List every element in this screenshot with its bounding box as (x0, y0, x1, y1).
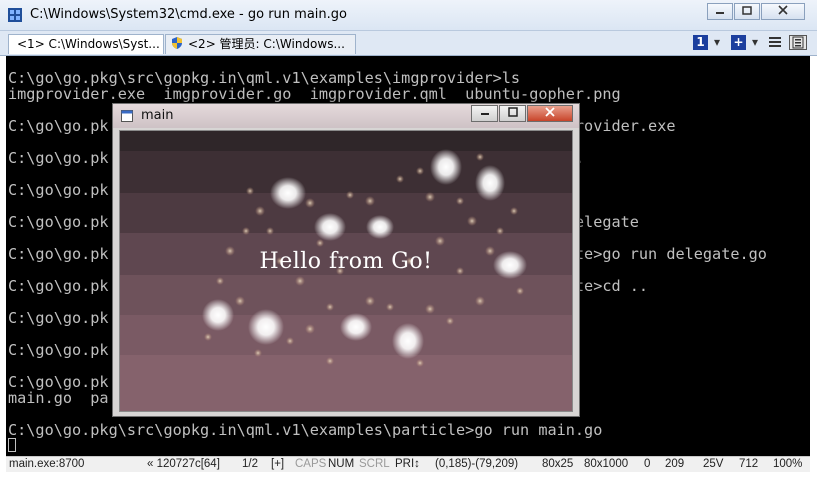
status-buffer[interactable]: « 120727c[64] (147, 458, 220, 470)
qml-close-button[interactable] (527, 105, 573, 122)
window-title-bar[interactable]: C:\Windows\System32\cmd.exe - go run mai… (0, 0, 817, 31)
shield-icon (172, 37, 182, 49)
minimize-icon (716, 12, 724, 14)
status-line[interactable]: 209 (665, 458, 684, 470)
window-bottom-edge (0, 472, 817, 480)
tab-console-2[interactable]: <2> 管理员: C:\Windows... (165, 34, 356, 54)
hello-message: Hello from Go! (259, 249, 433, 274)
status-plus[interactable]: [+] (271, 458, 284, 470)
qml-window-title: main (141, 108, 174, 123)
particle-canvas[interactable]: Hello from Go! (119, 130, 573, 412)
status-caps[interactable]: CAPS (295, 458, 326, 470)
status-scrl[interactable]: SCRL (359, 458, 390, 470)
console-line: C:\go\go.pk (8, 341, 109, 359)
status-zero[interactable]: 0 (644, 458, 650, 470)
close-icon (778, 5, 788, 15)
qml-window[interactable]: main Hello from Go! (112, 103, 580, 417)
status-size[interactable]: 80x25 (542, 458, 573, 470)
close-icon (545, 107, 555, 117)
close-button[interactable] (761, 3, 805, 20)
status-buffer-size[interactable]: 80x1000 (584, 458, 628, 470)
status-pri[interactable]: PRI↕ (395, 458, 420, 470)
text-cursor (8, 438, 16, 452)
console-line: C:\go\go.pk (8, 309, 109, 327)
tab-label: <1> C:\Windows\Syst... (17, 37, 160, 51)
maximize-icon (507, 107, 518, 117)
restore-button[interactable] (734, 3, 760, 20)
console-line: main.go pa (8, 389, 109, 407)
qml-window-title-bar[interactable]: main (113, 104, 579, 128)
settings-icon[interactable] (789, 35, 807, 50)
status-volume[interactable]: 25V (703, 458, 723, 470)
window-icon (121, 110, 133, 122)
status-zoom[interactable]: 100% (773, 458, 802, 470)
qml-minimize-button[interactable] (471, 105, 498, 122)
tab-label: <2> 管理员: C:\Windows... (188, 37, 345, 51)
console-app-icon (8, 8, 22, 22)
qml-maximize-button[interactable] (499, 105, 526, 122)
console-dropdown-icon[interactable]: ▾ (711, 35, 723, 50)
status-code[interactable]: 712 (739, 458, 758, 470)
minimize-button[interactable] (707, 3, 733, 20)
console-number-button[interactable]: 1 (693, 35, 708, 50)
status-bar: main.exe:8700 « 120727c[64] 1/2 [+] CAPS… (6, 456, 810, 473)
console-line: imgprovider.exe imgprovider.go imgprovid… (8, 85, 621, 103)
restore-icon (742, 6, 752, 15)
console-line: C:\go\go.pk (8, 181, 109, 199)
new-console-button[interactable]: + (731, 35, 746, 50)
status-num[interactable]: NUM (328, 458, 354, 470)
status-page[interactable]: 1/2 (242, 458, 258, 470)
tab-console-1[interactable]: <1> C:\Windows\Syst... (8, 34, 164, 54)
minimize-icon (480, 113, 489, 115)
menu-icon[interactable] (768, 35, 782, 50)
status-selection[interactable]: (0,185)-(79,209) (435, 458, 518, 470)
console-line: C:\go\go.pkg\src\gopkg.in\qml.v1\example… (8, 421, 603, 439)
status-process[interactable]: main.exe:8700 (9, 458, 84, 470)
window-title: C:\Windows\System32\cmd.exe - go run mai… (30, 7, 347, 22)
new-console-dropdown-icon[interactable]: ▾ (749, 35, 761, 50)
